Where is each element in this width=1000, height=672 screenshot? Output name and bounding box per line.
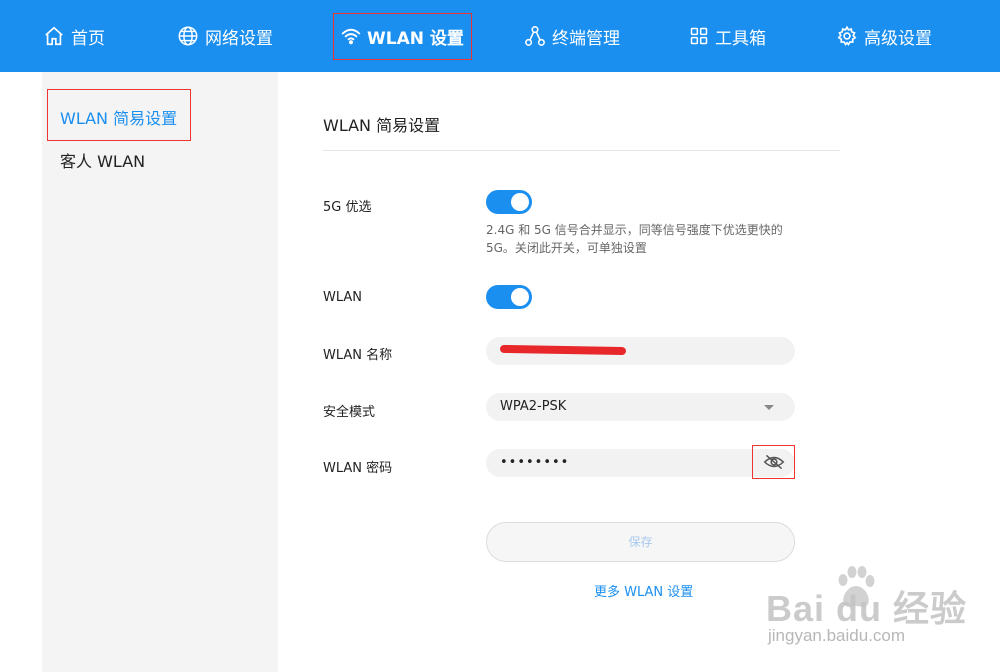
wifi-icon bbox=[341, 28, 361, 45]
nav-network[interactable]: 网络设置 bbox=[177, 0, 273, 72]
globe-icon bbox=[178, 26, 198, 46]
more-wlan-settings-link[interactable]: 更多 WLAN 设置 bbox=[594, 581, 693, 600]
top-nav-bar: 首页 网络设置 WLAN 设置 终端管理 工具箱 高级设置 bbox=[0, 0, 1000, 72]
home-icon bbox=[45, 26, 63, 46]
nav-wlan-label: WLAN 设置 bbox=[367, 28, 464, 49]
wlan-label: WLAN bbox=[323, 290, 363, 305]
band-steering-description: 2.4G 和 5G 信号合并显示，同等信号强度下优选更快的 5G。关闭此开关，可… bbox=[486, 223, 783, 255]
band-steering-label: 5G 优选 bbox=[323, 200, 372, 215]
watermark-url: jingyan.baidu.com bbox=[768, 626, 906, 645]
security-mode-label: 安全模式 bbox=[323, 405, 376, 420]
sidebar-item-label: 客人 WLAN bbox=[60, 152, 146, 171]
nav-advanced[interactable]: 高级设置 bbox=[836, 0, 932, 72]
toggle-knob bbox=[511, 193, 529, 211]
page-title: WLAN 简易设置 bbox=[323, 116, 441, 135]
toggle-knob bbox=[511, 288, 529, 306]
save-button[interactable]: 保存 bbox=[486, 522, 795, 562]
sidebar: WLAN 简易设置 客人 WLAN bbox=[42, 72, 278, 672]
gear-icon bbox=[837, 25, 857, 46]
security-mode-value: WPA2-PSK bbox=[500, 399, 567, 414]
nav-devices-label: 终端管理 bbox=[552, 28, 620, 49]
ssid-label: WLAN 名称 bbox=[323, 348, 393, 363]
show-password-button[interactable] bbox=[752, 445, 795, 479]
nav-toolbox[interactable]: 工具箱 bbox=[689, 0, 766, 72]
nav-toolbox-label: 工具箱 bbox=[715, 28, 766, 49]
chevron-down-icon bbox=[764, 405, 774, 410]
eye-off-icon bbox=[763, 455, 784, 469]
wlan-toggle[interactable] bbox=[486, 285, 532, 309]
title-divider bbox=[323, 150, 840, 151]
nav-network-label: 网络设置 bbox=[205, 28, 273, 49]
nav-wlan[interactable]: WLAN 设置 bbox=[333, 0, 472, 72]
sidebar-item-label: WLAN 简易设置 bbox=[60, 109, 178, 128]
sidebar-item-wlan-basic[interactable]: WLAN 简易设置 bbox=[46, 89, 192, 141]
security-mode-select[interactable]: WPA2-PSK bbox=[486, 393, 795, 421]
band-steering-toggle[interactable] bbox=[486, 190, 532, 214]
nav-advanced-label: 高级设置 bbox=[864, 28, 932, 49]
nav-home-label: 首页 bbox=[71, 28, 105, 49]
sidebar-item-guest-wlan[interactable]: 客人 WLAN bbox=[60, 148, 145, 172]
devices-icon bbox=[525, 26, 545, 46]
baidu-paw-icon bbox=[838, 566, 875, 607]
password-input[interactable]: •••••••• bbox=[486, 449, 751, 477]
password-label: WLAN 密码 bbox=[323, 461, 393, 476]
grid-icon bbox=[690, 27, 708, 45]
nav-home[interactable]: 首页 bbox=[43, 0, 105, 72]
password-value: •••••••• bbox=[500, 455, 570, 470]
nav-devices[interactable]: 终端管理 bbox=[524, 0, 620, 72]
